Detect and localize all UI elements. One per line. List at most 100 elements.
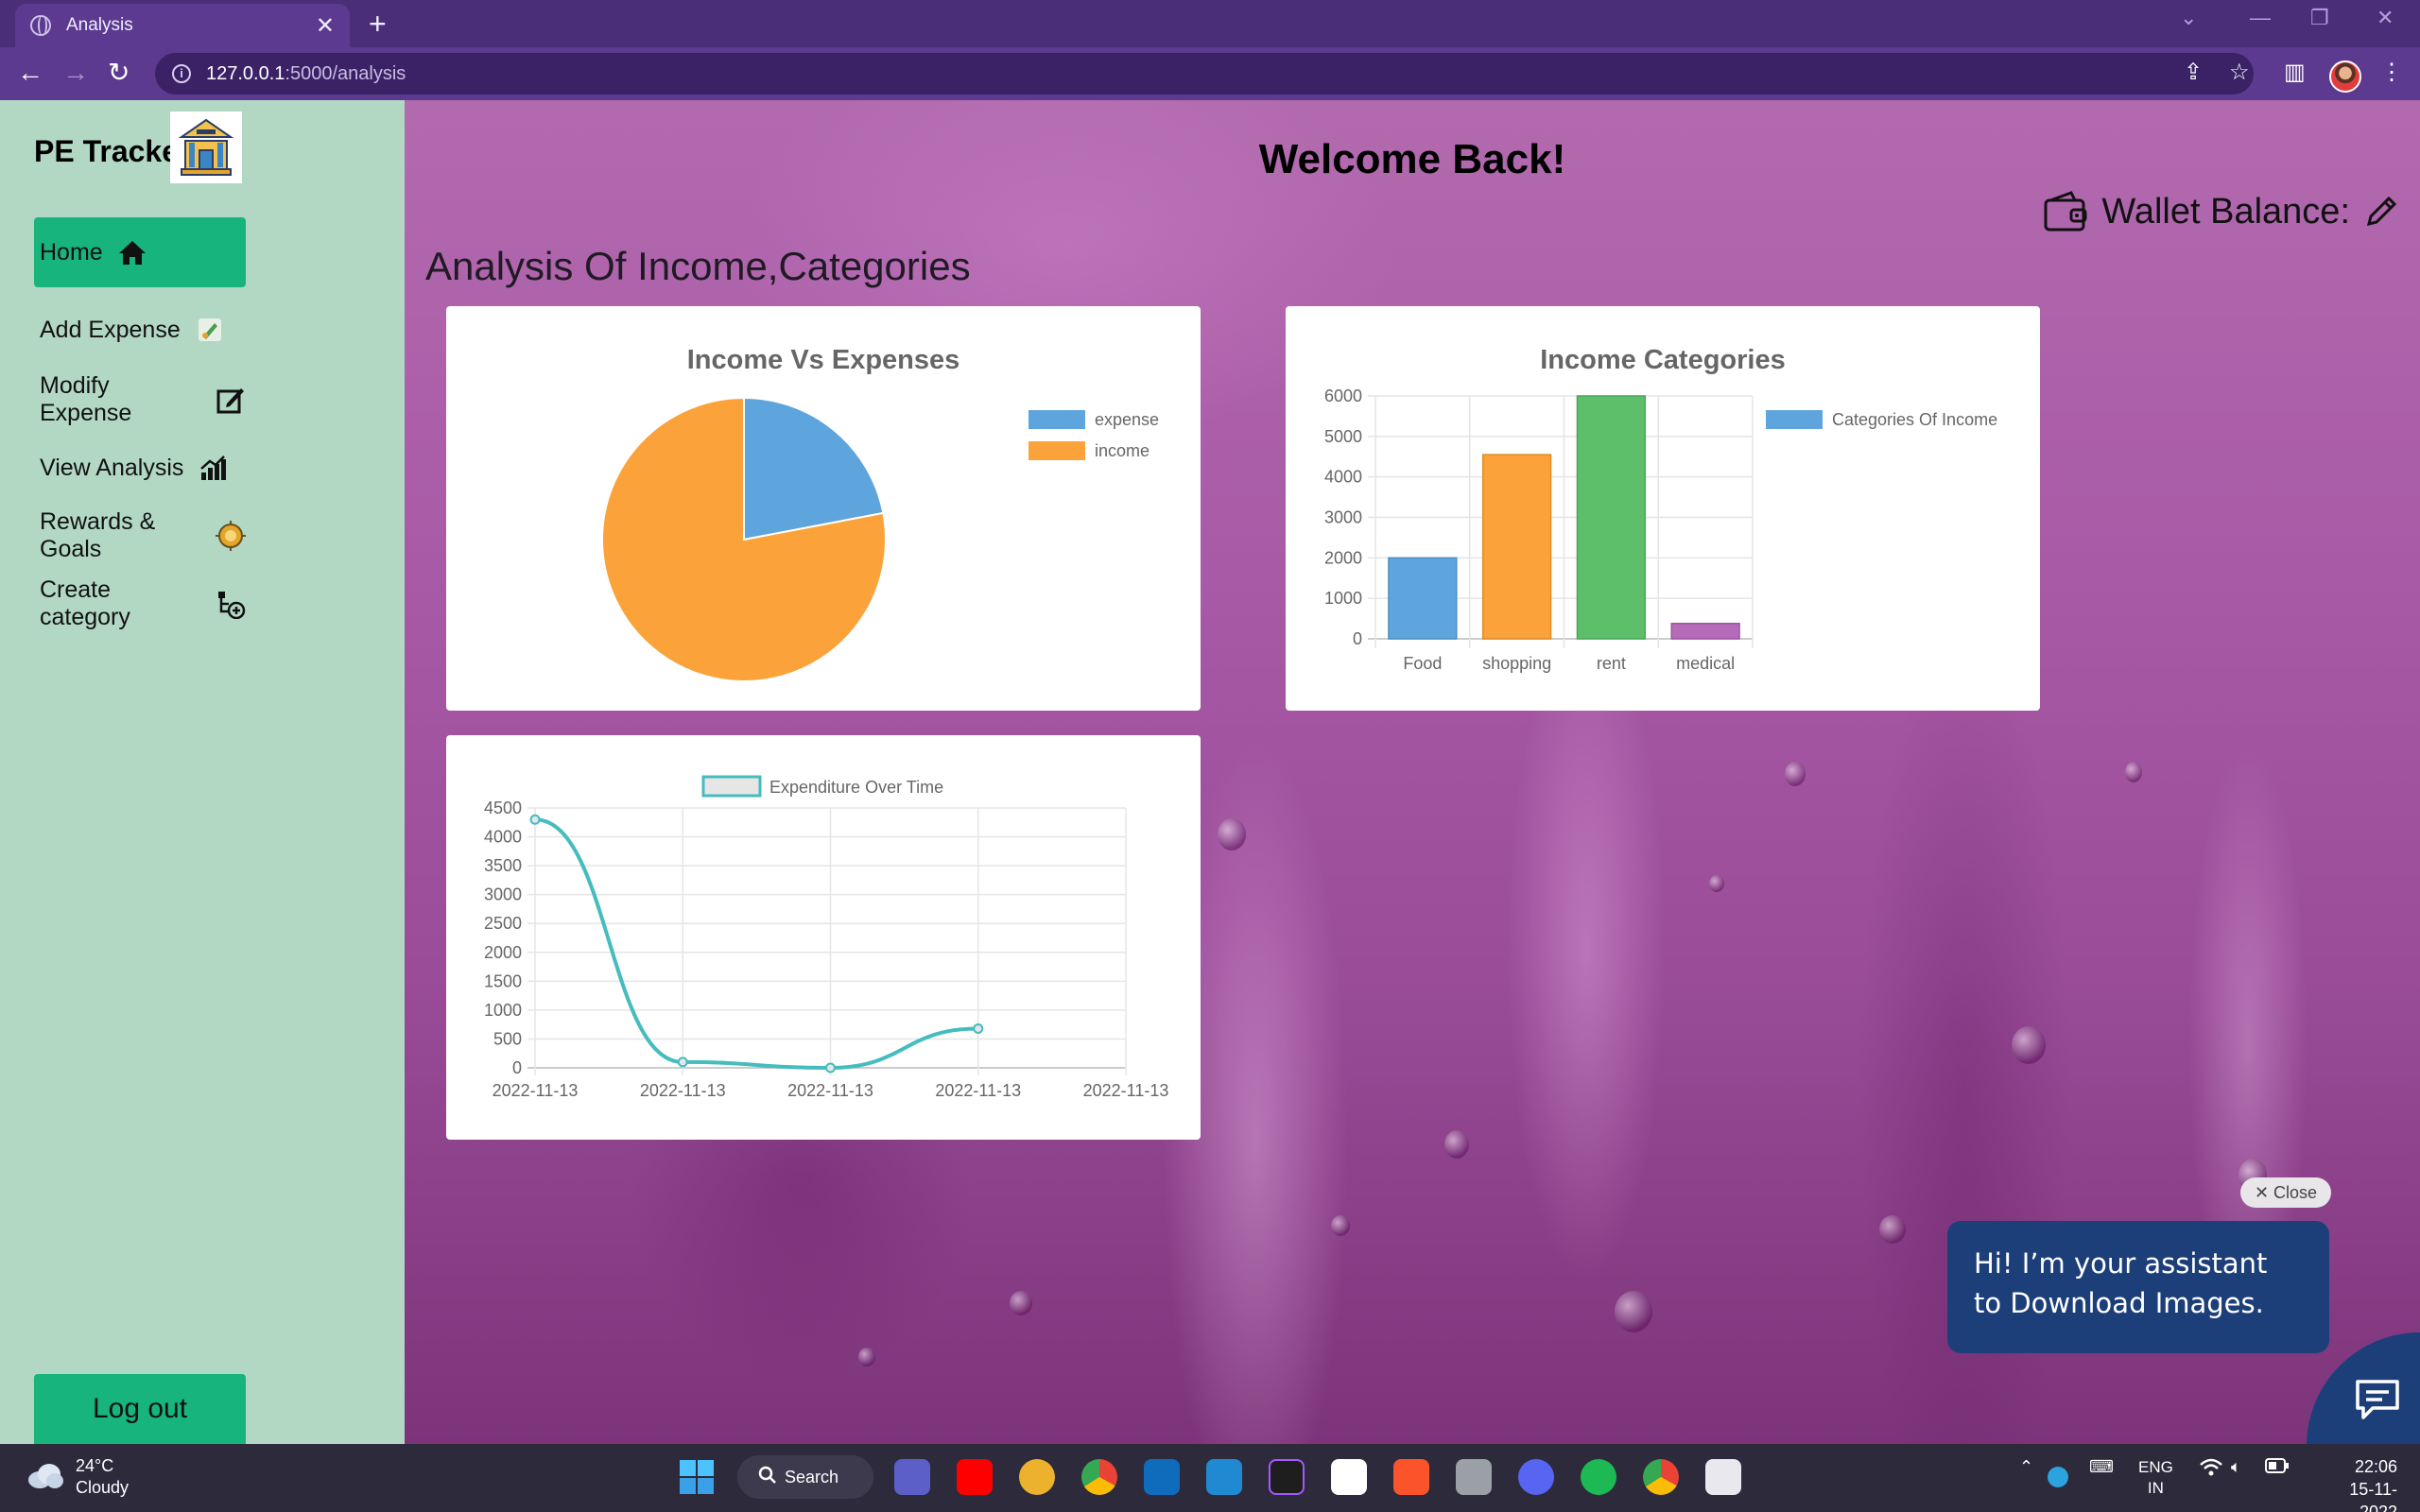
battery-icon[interactable] — [2265, 1457, 2290, 1479]
section-title: Analysis Of Income,Categories — [425, 244, 971, 288]
sidebar-item-modify-expense[interactable]: Modify Expense — [34, 365, 246, 435]
share-icon[interactable]: ⇪ — [2184, 59, 2203, 86]
tab-search-icon[interactable]: ⌄ — [2180, 6, 2197, 30]
income-vs-expenses-chart: Income Vs Expenses expense income — [601, 345, 1159, 682]
tray-overflow-icon[interactable]: ⌃ — [2019, 1457, 2033, 1477]
snipping-tool-icon[interactable] — [1705, 1459, 1741, 1495]
expenditure-over-time-card: Expenditure Over Time 0 500 1000 1500 2000 25… — [446, 735, 1201, 1140]
start-button[interactable] — [679, 1459, 715, 1500]
site-info-icon[interactable]: i — [172, 64, 191, 83]
wallet-balance: Wallet Balance: — [2043, 191, 2399, 232]
income-categories-card: Income Categories Categories Of Income 0… — [1286, 306, 2040, 711]
x-tick-label: rent — [1597, 654, 1626, 673]
back-icon[interactable]: ← — [17, 57, 43, 89]
y-tick-label: 1000 — [1324, 589, 1362, 608]
bookmark-star-icon[interactable]: ☆ — [2229, 59, 2250, 86]
chat-icon — [2354, 1378, 2401, 1426]
search-icon — [758, 1466, 777, 1489]
y-tick-label: 5000 — [1324, 427, 1362, 446]
discord-icon[interactable] — [1518, 1459, 1554, 1495]
keyboard-icon[interactable]: ⌨ — [2089, 1457, 2114, 1477]
assistant-message[interactable]: Hi! I’m your assistant to Download Image… — [1947, 1221, 2329, 1353]
side-panel-icon[interactable]: ▥ — [2284, 59, 2306, 86]
teams-icon[interactable] — [894, 1459, 930, 1495]
legend-swatch-categories[interactable] — [1766, 410, 1823, 429]
y-tick-label: 500 — [493, 1029, 522, 1048]
tray-app-icon[interactable] — [2048, 1467, 2068, 1487]
data-point-2 — [825, 1062, 836, 1074]
browser-tab[interactable]: Analysis ✕ — [15, 4, 350, 47]
sidebar: PE Tracker Home Add Expense Modify Expen… — [0, 100, 405, 1444]
new-tab-button[interactable]: + — [369, 8, 387, 40]
sidebar-item-rewards-goals[interactable]: Rewards & Goals — [34, 501, 246, 571]
y-tick-label: 2000 — [484, 943, 522, 962]
wifi-icon[interactable] — [2199, 1457, 2223, 1483]
chrome-profile-icon[interactable] — [1643, 1459, 1679, 1495]
logout-button[interactable]: Log out — [34, 1374, 246, 1444]
bar-rent — [1576, 395, 1647, 640]
minimize-icon[interactable]: — — [2250, 6, 2271, 30]
chrome-icon[interactable] — [1081, 1459, 1117, 1495]
system-clock[interactable]: 22:06 15-11-2022 — [2312, 1455, 2397, 1512]
notion-icon[interactable] — [1331, 1459, 1367, 1495]
legend-swatch-expenditure[interactable] — [701, 775, 762, 798]
close-tab-icon[interactable]: ✕ — [316, 12, 335, 40]
taskbar-search[interactable]: Search — [737, 1455, 873, 1499]
y-tick-label: 1000 — [484, 1001, 522, 1020]
sidebar-item-label: Create category — [40, 576, 130, 630]
language-indicator[interactable]: ENG IN — [2138, 1457, 2173, 1499]
url-input[interactable]: i 127.0.0.1:5000/analysis — [155, 53, 2254, 94]
analysis-chart-icon — [199, 454, 227, 482]
x-tick-label: 2022-11-13 — [640, 1081, 726, 1100]
data-point-0 — [529, 814, 541, 825]
edit-pencil-icon[interactable] — [2363, 194, 2399, 230]
y-tick-label: 4000 — [1324, 468, 1362, 487]
x-tick-label: Food — [1403, 654, 1442, 673]
vscode-icon[interactable] — [1206, 1459, 1242, 1495]
reload-icon[interactable]: ↻ — [108, 57, 130, 89]
legend-swatch-expense[interactable] — [1028, 410, 1085, 429]
url-path: :5000/analysis — [285, 62, 406, 84]
legend-label-expenditure: Expenditure Over Time — [769, 778, 943, 797]
bar-shopping — [1481, 454, 1552, 640]
weather-widget[interactable]: 24°C Cloudy — [26, 1455, 129, 1499]
page: PE Tracker Home Add Expense Modify Expen… — [0, 100, 2420, 1444]
data-point-3 — [973, 1022, 984, 1034]
brand-title: PE Tracker — [34, 134, 191, 168]
sidebar-item-label: Modify Expense — [40, 372, 132, 426]
brave-icon[interactable] — [1393, 1459, 1429, 1495]
clock-time: 22:06 — [2354, 1457, 2397, 1476]
unity-icon[interactable] — [1456, 1459, 1492, 1495]
legend-swatch-income[interactable] — [1028, 441, 1085, 460]
bar-Food — [1388, 557, 1458, 640]
slack-icon[interactable] — [1019, 1459, 1055, 1495]
wallet-balance-label: Wallet Balance: — [2101, 191, 2350, 232]
spotify-icon[interactable] — [1581, 1459, 1616, 1495]
x-tick-label: 2022-11-13 — [787, 1081, 873, 1100]
bank-logo-icon — [170, 112, 242, 183]
chart-title: Income Categories — [1540, 345, 1785, 375]
forward-icon[interactable]: → — [62, 57, 89, 89]
sidebar-item-home[interactable]: Home — [34, 217, 246, 287]
profile-avatar[interactable] — [2329, 60, 2361, 93]
cloud-icon — [26, 1461, 64, 1494]
x-tick-label: 2022-11-13 — [493, 1081, 579, 1100]
x-tick-label: 2022-11-13 — [935, 1081, 1021, 1100]
youtube-icon[interactable] — [957, 1459, 993, 1495]
bar-medical — [1670, 622, 1740, 640]
sidebar-item-view-analysis[interactable]: View Analysis — [34, 433, 246, 503]
rewards-icon — [216, 521, 246, 551]
taskbar-search-label: Search — [785, 1467, 839, 1486]
browser-menu-icon[interactable]: ⋮ — [2380, 59, 2403, 86]
assistant-close-button[interactable]: ✕ Close — [2240, 1177, 2331, 1208]
temperature: 24°C — [76, 1456, 114, 1475]
maximize-icon[interactable]: ❐ — [2310, 6, 2329, 30]
volume-icon[interactable]: 🔈︎ — [2231, 1457, 2241, 1477]
close-window-icon[interactable]: ✕ — [2377, 6, 2394, 30]
sidebar-item-create-category[interactable]: Create category — [34, 569, 246, 639]
outlook-icon[interactable] — [1144, 1459, 1180, 1495]
figma-icon[interactable] — [1269, 1459, 1305, 1495]
sidebar-item-add-expense[interactable]: Add Expense — [34, 295, 246, 365]
legend-label-categories: Categories Of Income — [1832, 410, 1997, 429]
y-tick-label: 3500 — [484, 856, 522, 875]
